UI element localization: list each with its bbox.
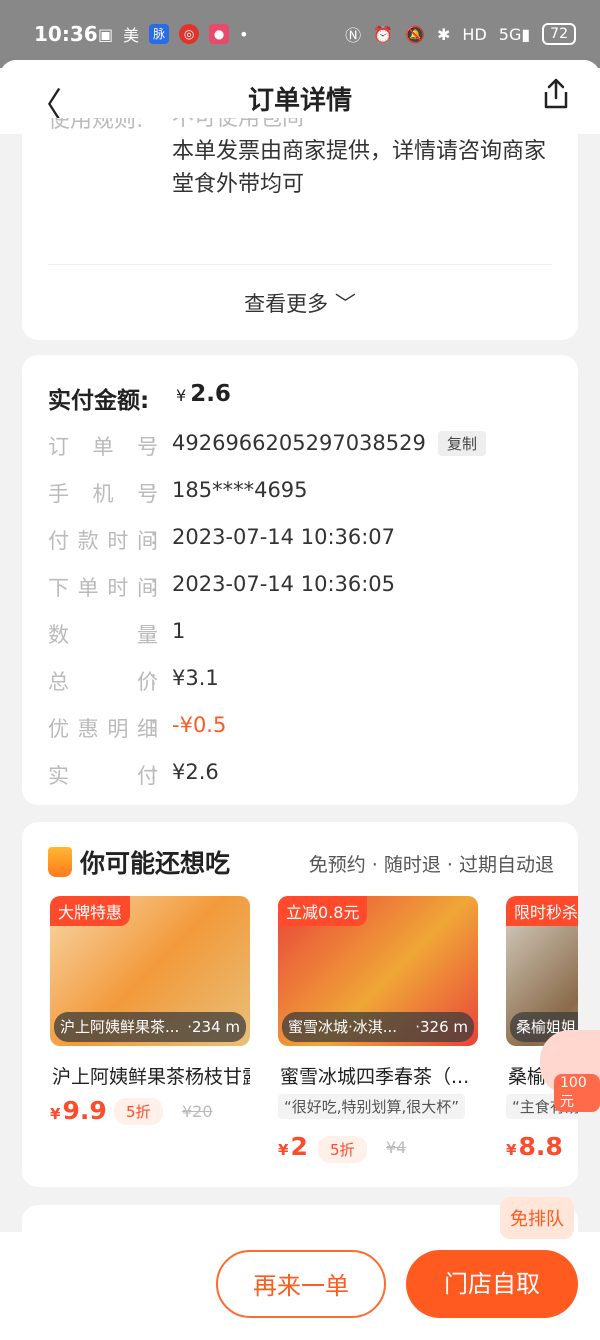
floating-coupon[interactable]: 100元	[540, 1030, 600, 1112]
paid-amount-label: 实付金额:	[48, 388, 150, 414]
store-location: 蜜雪冰城·冰淇... ·326 m	[282, 1012, 474, 1042]
rules-line: 堂食外带均可	[172, 172, 305, 197]
discount-row[interactable]: 优惠明细: -¥0.5	[48, 713, 568, 743]
bilibili-icon: ▣	[98, 24, 114, 44]
recommend-item[interactable]: 立减0.8元 蜜雪冰城·冰淇... ·326 m 蜜雪冰城四季春茶（... “很好…	[278, 896, 478, 1176]
paid-amount-value: ¥2.6	[176, 381, 231, 407]
product-name: 蜜雪冰城四季春茶（...	[280, 1066, 470, 1088]
share-icon[interactable]	[538, 76, 574, 112]
pay-time-row: 付款时间: 2023-07-14 10:36:07	[48, 525, 396, 553]
5g-signal-icon: 5G▮	[498, 24, 531, 44]
promo-badge: 限时秒杀	[506, 896, 578, 926]
product-image: 大牌特惠 沪上阿姨鲜果茶... ·234 m	[50, 896, 250, 1046]
product-image: 立减0.8元 蜜雪冰城·冰淇... ·326 m	[278, 896, 478, 1046]
order-info-card: 实付金额: ¥2.6 订单号: 4926966205297038529 复制 手…	[22, 355, 578, 805]
rules-label: 使用规则:	[48, 118, 144, 133]
original-price: ¥4	[386, 1138, 407, 1157]
rules-card: 使用规则: 不可使用包间 本单发票由商家提供，详情请咨询商家 堂食外带均可 查看…	[22, 118, 578, 340]
bluetooth-icon: ✱	[437, 24, 451, 44]
order-number-value: 4926966205297038529	[172, 431, 426, 455]
nfc-icon: Ⓝ	[345, 26, 362, 45]
quantity-row: 数量: 1	[48, 619, 186, 647]
review-quote: “很好吃,特别划算,很大杯”	[278, 1094, 466, 1119]
copy-button[interactable]: 复制	[438, 431, 487, 456]
total-price-row: 总价: ¥3.1	[48, 666, 219, 694]
maimai-icon: 脉	[149, 24, 170, 44]
reorder-button[interactable]: 再来一单	[216, 1250, 386, 1318]
product-price: ¥2	[278, 1132, 308, 1161]
rules-line: 本单发票由商家提供，详情请咨询商家	[172, 139, 547, 164]
phone-row: 手机号: 185****4695	[48, 478, 308, 506]
actual-paid-row: 实付: ¥2.6	[48, 760, 219, 788]
store-pickup-button[interactable]: 门店自取	[406, 1250, 578, 1318]
status-time: 10:36	[34, 22, 98, 46]
order-time-row: 下单时间: 2023-07-14 10:36:05	[48, 572, 396, 600]
status-left-icons: ▣ 美 脉 ◎ ● •	[98, 22, 249, 46]
status-bar: 10:36 ▣ 美 脉 ◎ ● • Ⓝ ⏰ 🔕 ✱ HD 5G▮ 72	[0, 0, 600, 68]
netease-music-icon: ◎	[179, 24, 200, 44]
bottom-action-bar: 再来一单 门店自取	[0, 1232, 600, 1340]
mute-icon: 🔕	[405, 24, 426, 44]
product-price: ¥8.8	[506, 1132, 563, 1161]
order-number-row: 订单号: 4926966205297038529 复制	[48, 431, 568, 461]
status-right-icons: Ⓝ ⏰ 🔕 ✱ HD 5G▮ 72	[345, 22, 576, 46]
original-price: ¥20	[182, 1102, 213, 1121]
product-price: ¥9.9	[50, 1096, 107, 1125]
product-image: 限时秒杀 桑榆姐姐	[506, 896, 578, 1046]
no-queue-badge: 免排队	[500, 1197, 574, 1239]
view-more-link[interactable]: 查看更多 ﹀	[22, 288, 578, 318]
promo-badge: 大牌特惠	[50, 896, 131, 926]
recommend-title: 你可能还想吃	[48, 844, 230, 880]
battery-indicator: 72	[542, 23, 576, 45]
discount-tag: 5折	[114, 1098, 163, 1125]
app-icon: ●	[209, 24, 230, 44]
dot-icon: •	[239, 24, 249, 44]
hd-icon: HD	[462, 24, 487, 44]
rules-line: 不可使用包间	[172, 118, 305, 131]
page-title: 订单详情	[247, 86, 352, 116]
recommend-tags: 免预约 · 随时退 · 过期自动退	[308, 854, 554, 876]
discount-tag: 5折	[318, 1136, 367, 1163]
promo-badge: 立减0.8元	[278, 896, 368, 926]
divider	[48, 264, 552, 265]
coupon-amount: 100元	[554, 1074, 600, 1112]
alarm-icon: ⏰	[373, 24, 394, 44]
rules-list: 不可使用包间 本单发票由商家提供，详情请咨询商家 堂食外带均可	[172, 118, 552, 201]
product-name: 沪上阿姨鲜果茶杨枝甘露	[52, 1066, 250, 1088]
drink-cup-icon	[48, 847, 72, 877]
recommend-card: 你可能还想吃 免预约 · 随时退 · 过期自动退 大牌特惠 沪上阿姨鲜果茶...…	[22, 822, 578, 1187]
store-location: 沪上阿姨鲜果茶... ·234 m	[54, 1012, 246, 1042]
recommend-item[interactable]: 大牌特惠 沪上阿姨鲜果茶... ·234 m 沪上阿姨鲜果茶杨枝甘露 ¥9.9 5…	[50, 896, 250, 1176]
meituan-icon: 美	[123, 26, 140, 45]
